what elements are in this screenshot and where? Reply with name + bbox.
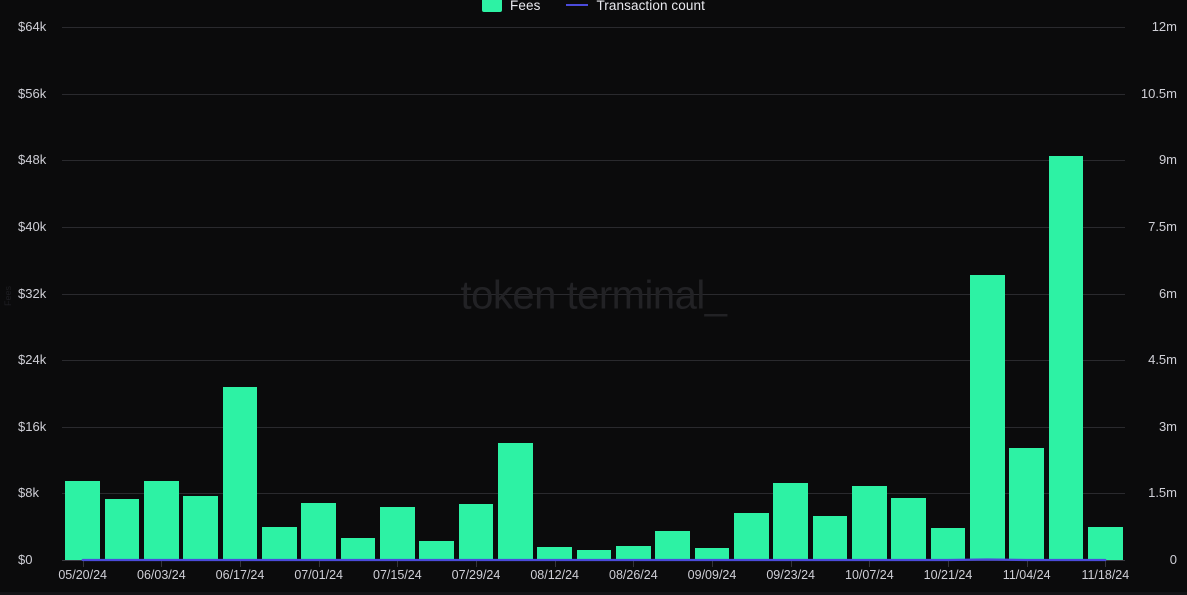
bar[interactable] — [301, 502, 336, 560]
legend-item-fees[interactable]: Fees — [482, 0, 540, 13]
chart-canvas: Fees Transaction count $0 $8k $16k $24k $32k… — [0, 0, 1187, 595]
bar[interactable] — [340, 537, 376, 560]
bar[interactable] — [1009, 448, 1044, 560]
bar[interactable] — [773, 482, 808, 560]
legend-item-transaction-count[interactable]: Transaction count — [566, 0, 705, 13]
bar[interactable] — [104, 499, 140, 560]
bar[interactable] — [1088, 526, 1123, 560]
bar[interactable] — [970, 275, 1005, 560]
bar[interactable] — [380, 506, 415, 560]
bar[interactable] — [891, 497, 926, 560]
bar[interactable] — [144, 480, 179, 560]
chart-legend: Fees Transaction count — [0, 0, 1187, 16]
bar[interactable] — [655, 530, 690, 560]
bar[interactable] — [419, 540, 454, 560]
bar[interactable] — [812, 515, 848, 560]
bar-swatch-icon — [482, 0, 503, 12]
bar[interactable] — [1048, 156, 1084, 560]
legend-label-fees: Fees — [510, 0, 541, 13]
bar[interactable] — [734, 512, 769, 560]
bar[interactable] — [183, 495, 218, 560]
bar[interactable] — [65, 480, 100, 560]
legend-label-transaction-count: Transaction count — [596, 0, 705, 13]
bar[interactable] — [537, 546, 572, 560]
bar[interactable] — [694, 547, 730, 560]
bar[interactable] — [222, 386, 258, 560]
bar[interactable] — [576, 550, 612, 560]
plot-area — [0, 0, 1187, 595]
bar[interactable] — [498, 443, 533, 560]
bar[interactable] — [930, 527, 966, 560]
bar[interactable] — [616, 545, 651, 560]
bar[interactable] — [852, 485, 887, 560]
bar[interactable] — [458, 504, 494, 560]
bar[interactable] — [262, 526, 297, 560]
line-swatch-icon — [566, 4, 589, 6]
